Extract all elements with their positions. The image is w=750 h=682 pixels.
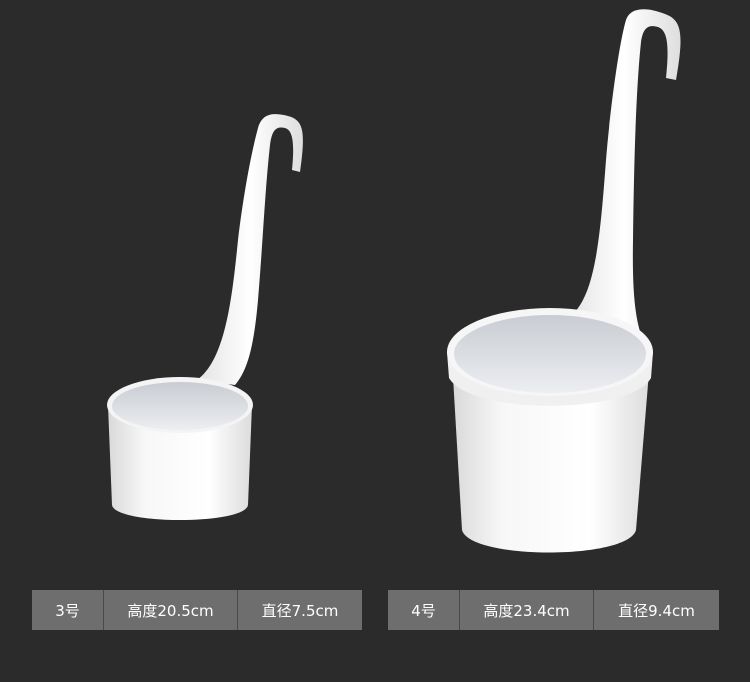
size-label: 4号 — [388, 590, 460, 630]
height-label: 高度23.4cm — [460, 590, 594, 630]
diameter-label: 直径7.5cm — [261, 601, 339, 620]
size-label: 3号 — [32, 590, 104, 630]
product-photo — [107, 9, 681, 553]
spec-table-large: 4号 高度23.4cm 直径9.4cm — [388, 590, 719, 630]
spec-table-small: 3号 高度20.5cm 直径7.5cm — [32, 590, 362, 630]
ladle-large — [447, 9, 681, 553]
diameter-label: 直径9.4cm — [618, 601, 695, 620]
ladle-small — [107, 114, 303, 520]
height-label: 高度20.5cm — [104, 590, 238, 630]
